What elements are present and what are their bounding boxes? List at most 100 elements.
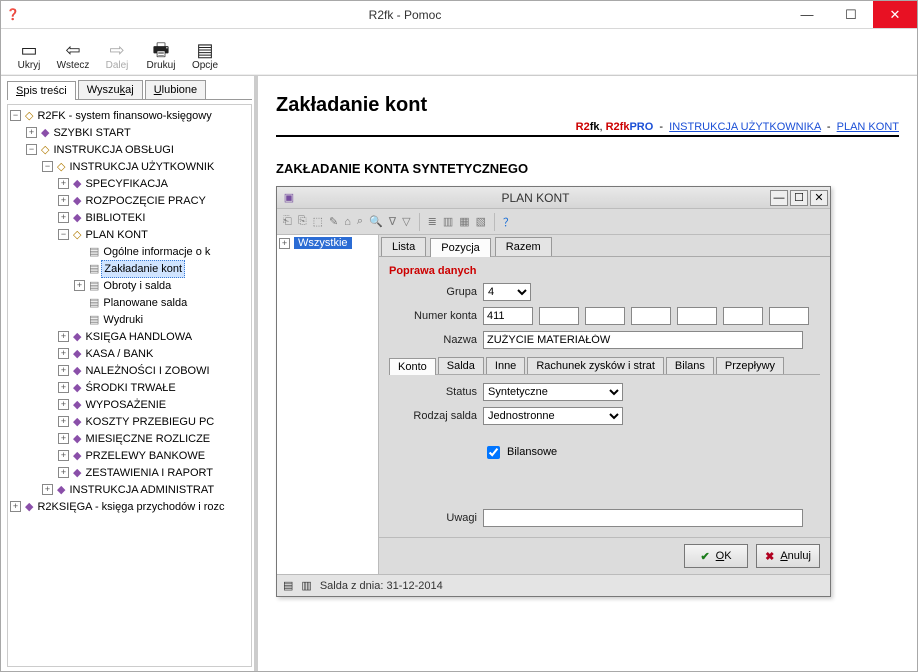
maximize-button[interactable]: ☐ [829, 1, 873, 28]
dialog-tree-root[interactable]: Wszystkie [294, 237, 352, 249]
dialog-statusbar: ▤ ▥ Salda z dnia: 31-12-2014 [277, 574, 830, 596]
select-rodzaj-salda[interactable]: Jednostronne [483, 407, 623, 425]
dialog-maximize-button[interactable]: ☐ [790, 190, 808, 206]
subtab-inne[interactable]: Inne [486, 357, 525, 374]
section-header: Poprawa danych [389, 265, 820, 277]
tab-contents[interactable]: Spis treści [7, 81, 76, 100]
input-uwagi[interactable] [483, 509, 803, 527]
book-icon [73, 363, 81, 379]
label-uwagi: Uwagi [389, 512, 477, 524]
chart-icon[interactable]: ▥ [443, 215, 453, 228]
book-icon [73, 465, 81, 481]
tab-razem[interactable]: Razem [495, 237, 552, 256]
hide-button[interactable]: ▭ Ukryj [7, 40, 51, 74]
cross-icon [765, 550, 774, 563]
contents-tree[interactable]: −R2FK - system finansowo-księgowy +SZYBK… [7, 104, 252, 667]
check-icon [700, 550, 709, 563]
book-open-icon [57, 159, 65, 175]
select-grupa[interactable]: 4 [483, 283, 531, 301]
ok-button[interactable]: OK [684, 544, 748, 568]
subtab-bilans[interactable]: Bilans [666, 357, 714, 374]
nav-tabs: Spis treści Wyszukaj Ulubione [7, 80, 252, 100]
page-icon [89, 312, 99, 328]
subtab-rachunek[interactable]: Rachunek zysków i strat [527, 357, 664, 374]
subtab-salda[interactable]: Salda [438, 357, 484, 374]
toolbar-icon[interactable]: ⌕ [357, 215, 363, 228]
book-icon [73, 414, 81, 430]
toolbar-icon[interactable]: ▦ [459, 215, 469, 228]
toolbar-icon[interactable]: ⌂ [344, 216, 351, 228]
book-icon [73, 210, 81, 226]
dialog-close-button[interactable]: ✕ [810, 190, 828, 206]
dialog-titlebar: ▣ PLAN KONT — ☐ ✕ [277, 187, 830, 209]
link-instrukcja-uzytkownika[interactable]: INSTRUKCJA UŻYTKOWNIKA [669, 121, 821, 133]
cancel-button[interactable]: Anuluj [756, 544, 820, 568]
book-open-icon [41, 142, 49, 158]
input-segment[interactable] [677, 307, 717, 325]
toolbar-icon[interactable]: ⎘ [298, 215, 307, 228]
book-open-icon [25, 108, 33, 124]
input-segment[interactable] [769, 307, 809, 325]
label-rodzaj-salda: Rodzaj salda [389, 410, 477, 422]
minimize-button[interactable]: — [785, 1, 829, 28]
dialog-title: PLAN KONT [301, 191, 770, 205]
link-plan-kont[interactable]: PLAN KONT [837, 121, 899, 133]
label-numer-konta: Numer konta [389, 310, 477, 322]
forward-button[interactable]: ⇨ Dalej [95, 40, 139, 74]
toolbar-icon[interactable]: ≣ [428, 215, 437, 228]
help-window: ❓ R2fk - Pomoc — ☐ ✕ ▭ Ukryj ⇦ Wstecz ⇨ … [0, 0, 918, 672]
tree-item-selected: Zakładanie kont [10, 260, 249, 277]
toolbar-icon[interactable]: ⎗ [283, 215, 292, 228]
section-title: ZAKŁADANIE KONTA SYNTETYCZNEGO [276, 161, 899, 176]
checkbox-bilansowe[interactable] [487, 446, 500, 459]
brand-r2fkpro: R2fkPRO [606, 121, 654, 133]
subtab-konto[interactable]: Konto [389, 358, 436, 375]
dialog-minimize-button[interactable]: — [770, 190, 788, 206]
arrow-left-icon: ⇦ [51, 40, 95, 60]
input-segment[interactable] [631, 307, 671, 325]
status-icon: ▥ [301, 579, 311, 592]
dialog-tree[interactable]: + Wszystkie [277, 235, 379, 574]
input-segment[interactable] [539, 307, 579, 325]
close-button[interactable]: ✕ [873, 1, 917, 28]
tab-favorites[interactable]: Ulubione [145, 80, 206, 99]
tab-lista[interactable]: Lista [381, 237, 426, 256]
tree-item: −R2FK - system finansowo-księgowy [10, 107, 249, 124]
book-icon [73, 448, 81, 464]
select-status[interactable]: Syntetyczne [483, 383, 623, 401]
book-icon [73, 431, 81, 447]
tab-search[interactable]: Wyszukaj [78, 80, 143, 99]
book-icon [41, 125, 49, 141]
funnel-icon[interactable]: ▽ [402, 215, 410, 228]
input-segment[interactable] [585, 307, 625, 325]
hide-icon: ▭ [7, 40, 51, 60]
content-pane: Zakładanie kont R2fk, R2fkPRO - INSTRUKC… [258, 76, 917, 671]
printer-icon: 🖶 [139, 40, 183, 60]
status-text: Salda z dnia: 31-12-2014 [320, 580, 443, 592]
binoculars-icon[interactable]: 🔍 [369, 215, 383, 228]
book-icon [73, 176, 81, 192]
tab-pozycja[interactable]: Pozycja [430, 238, 491, 257]
book-icon [73, 380, 81, 396]
page-icon [89, 295, 99, 311]
navigation-pane: Spis treści Wyszukaj Ulubione −R2FK - sy… [1, 76, 258, 671]
print-button[interactable]: 🖶 Drukuj [139, 40, 183, 74]
input-nazwa[interactable] [483, 331, 803, 349]
toolbar: ▭ Ukryj ⇦ Wstecz ⇨ Dalej 🖶 Drukuj ▤ Opcj… [1, 29, 917, 75]
options-button[interactable]: ▤ Opcje [183, 40, 227, 74]
page-icon [89, 278, 99, 294]
label-status: Status [389, 386, 477, 398]
toolbar-icon[interactable]: ⬚ [313, 215, 323, 228]
back-button[interactable]: ⇦ Wstecz [51, 40, 95, 74]
input-segment[interactable] [723, 307, 763, 325]
toolbar-icon[interactable]: ▧ [476, 215, 486, 228]
page-icon [89, 244, 99, 260]
dialog-icon: ▣ [277, 191, 301, 204]
input-numer-konta[interactable] [483, 307, 533, 325]
dialog-tabs: Lista Pozycja Razem [379, 235, 830, 257]
help-icon[interactable]: ？ [503, 214, 514, 230]
subtab-przeplywy[interactable]: Przepływy [716, 357, 784, 374]
filter-icon[interactable]: ∇ [389, 215, 396, 228]
window-title: R2fk - Pomoc [25, 8, 785, 22]
toolbar-icon[interactable]: ✎ [329, 215, 338, 228]
